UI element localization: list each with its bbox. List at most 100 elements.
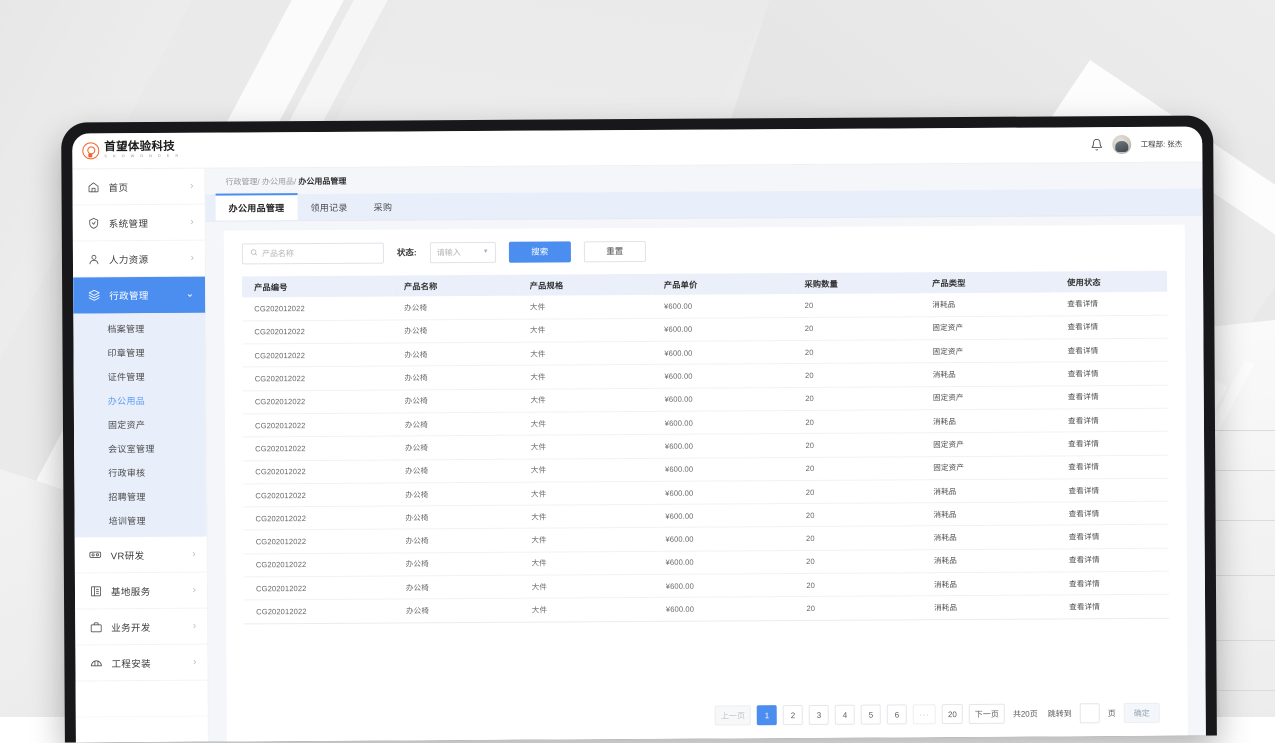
status-select[interactable]: 请输入 ▼ bbox=[430, 241, 496, 262]
sidebar-item-business-dev[interactable]: 业务开发 › bbox=[75, 609, 207, 646]
circle-logo-icon bbox=[82, 142, 99, 159]
cell-usage-status[interactable]: 查看详情 bbox=[1056, 338, 1168, 362]
sidebar-item-home[interactable]: 首页 › bbox=[72, 169, 204, 206]
bell-icon[interactable] bbox=[1091, 138, 1104, 151]
cell-product-name: 办公椅 bbox=[393, 505, 519, 529]
cell-product-spec: 大件 bbox=[518, 342, 652, 366]
status-select-value: 请输入 bbox=[437, 247, 461, 258]
sidebar-item-engineering[interactable]: 工程安装 › bbox=[75, 645, 207, 682]
next-page-button[interactable]: 下一页 bbox=[969, 704, 1005, 724]
cell-purchase-qty: 20 bbox=[794, 480, 922, 504]
cell-usage-status[interactable]: 查看详情 bbox=[1057, 595, 1169, 619]
chevron-right-icon: › bbox=[190, 217, 193, 227]
chevron-right-icon: › bbox=[193, 621, 196, 631]
tab-office-supplies[interactable]: 办公用品管理 bbox=[216, 193, 298, 220]
cell-usage-status[interactable]: 查看详情 bbox=[1056, 478, 1168, 502]
supplies-table-wrapper: 产品编号 产品名称 产品规格 产品单价 采购数量 产品类型 使用状态 CG202… bbox=[234, 271, 1178, 696]
cell-usage-status[interactable]: 查看详情 bbox=[1057, 571, 1169, 595]
jump-page-input[interactable] bbox=[1080, 703, 1100, 723]
sidebar-item-hr[interactable]: 人力资源 › bbox=[73, 241, 205, 278]
cell-product-spec: 大件 bbox=[518, 388, 652, 412]
vr-goggles-icon bbox=[89, 548, 102, 561]
cell-product-code: CG202012022 bbox=[242, 297, 392, 321]
shield-icon bbox=[87, 216, 100, 229]
total-pages-text: 共20页 bbox=[1013, 708, 1038, 719]
prev-page-button[interactable]: 上一页 bbox=[715, 705, 751, 725]
page-button-4[interactable]: 4 bbox=[835, 705, 855, 725]
sidebar-item-admin[interactable]: 行政管理 ⌄ bbox=[73, 277, 205, 314]
sidebar-subitem-fixed-assets[interactable]: 固定资产 bbox=[74, 412, 206, 437]
sidebar-subitem-training[interactable]: 培训管理 bbox=[74, 508, 206, 533]
table-row[interactable]: CG202012022办公椅大件¥600.0020消耗品查看详情 bbox=[244, 595, 1169, 624]
chevron-down-icon: ⌄ bbox=[186, 289, 194, 299]
pagination: 上一页 1 2 3 4 5 6 ··· 20 下一页 共20页 跳转到 页 确定 bbox=[237, 690, 1178, 742]
brand-logo[interactable]: 首望体验科技 S H O W O N D E R bbox=[72, 142, 205, 160]
cell-unit-price: ¥600.00 bbox=[654, 574, 795, 598]
cell-product-spec: 大件 bbox=[519, 551, 653, 575]
sidebar-subitem-office-supplies[interactable]: 办公用品 bbox=[74, 388, 206, 413]
cell-usage-status[interactable]: 查看详情 bbox=[1056, 385, 1168, 409]
tab-usage-records[interactable]: 领用记录 bbox=[297, 194, 360, 220]
cell-product-type: 消耗品 bbox=[921, 409, 1056, 433]
cell-product-type: 消耗品 bbox=[922, 595, 1057, 619]
page-button-2[interactable]: 2 bbox=[783, 705, 803, 725]
reset-button[interactable]: 重置 bbox=[584, 240, 646, 261]
cell-purchase-qty: 20 bbox=[793, 340, 921, 364]
sidebar-item-partial[interactable] bbox=[76, 681, 208, 718]
sidebar-item-vr[interactable]: VR研发 › bbox=[75, 537, 207, 574]
cell-unit-price: ¥600.00 bbox=[652, 364, 793, 388]
cell-purchase-qty: 20 bbox=[793, 293, 921, 317]
cell-product-spec: 大件 bbox=[518, 295, 652, 319]
page-button-1[interactable]: 1 bbox=[757, 705, 777, 725]
cell-purchase-qty: 20 bbox=[793, 433, 921, 457]
cell-product-name: 办公椅 bbox=[394, 575, 520, 599]
cell-unit-price: ¥600.00 bbox=[652, 294, 793, 318]
cell-product-name: 办公椅 bbox=[393, 436, 519, 460]
sidebar-subitem-archive[interactable]: 档案管理 bbox=[73, 316, 205, 341]
cell-usage-status[interactable]: 查看详情 bbox=[1057, 548, 1169, 572]
sidebar-subitem-meeting-room[interactable]: 会议室管理 bbox=[74, 436, 206, 461]
cell-usage-status[interactable]: 查看详情 bbox=[1055, 315, 1167, 339]
breadcrumb-current: 办公用品管理 bbox=[298, 175, 346, 186]
breadcrumb-middle[interactable]: 办公用品/ bbox=[262, 176, 296, 187]
cell-unit-price: ¥600.00 bbox=[653, 457, 794, 481]
sidebar-subitem-certificate[interactable]: 证件管理 bbox=[74, 364, 206, 389]
search-button[interactable]: 搜索 bbox=[509, 241, 571, 262]
cell-product-type: 固定资产 bbox=[921, 456, 1056, 480]
main-content: 行政管理/ 办公用品/ 办公用品管理 办公用品管理 领用记录 采购 产品名称 bbox=[205, 163, 1205, 742]
cell-product-type: 消耗品 bbox=[921, 362, 1056, 386]
cell-unit-price: ¥600.00 bbox=[653, 387, 794, 411]
sidebar-label: 业务开发 bbox=[111, 619, 184, 633]
cell-usage-status[interactable]: 查看详情 bbox=[1055, 292, 1167, 316]
tab-purchase[interactable]: 采购 bbox=[361, 193, 406, 219]
home-icon bbox=[86, 180, 99, 193]
cell-product-name: 办公椅 bbox=[392, 319, 518, 343]
sidebar-item-system[interactable]: 系统管理 › bbox=[73, 205, 205, 242]
page-button-5[interactable]: 5 bbox=[861, 705, 881, 725]
cell-usage-status[interactable]: 查看详情 bbox=[1056, 432, 1168, 456]
sidebar-subitem-recruitment[interactable]: 招聘管理 bbox=[74, 484, 206, 509]
sidebar-subitem-admin-review[interactable]: 行政审核 bbox=[74, 460, 206, 485]
brand-name-en: S H O W O N D E R bbox=[104, 155, 180, 159]
search-input[interactable]: 产品名称 bbox=[242, 242, 384, 264]
page-button-last[interactable]: 20 bbox=[942, 704, 963, 724]
cell-purchase-qty: 20 bbox=[794, 550, 922, 574]
sidebar-item-base-service[interactable]: 基地服务 › bbox=[75, 573, 207, 610]
cell-usage-status[interactable]: 查看详情 bbox=[1056, 408, 1168, 432]
cell-purchase-qty: 20 bbox=[793, 317, 921, 341]
page-button-6[interactable]: 6 bbox=[887, 704, 907, 724]
cell-usage-status[interactable]: 查看详情 bbox=[1056, 362, 1168, 386]
cell-usage-status[interactable]: 查看详情 bbox=[1057, 501, 1169, 525]
breadcrumb-parent[interactable]: 行政管理/ bbox=[225, 176, 259, 187]
avatar[interactable] bbox=[1113, 135, 1132, 154]
confirm-jump-button[interactable]: 确定 bbox=[1124, 703, 1160, 723]
chevron-right-icon: › bbox=[190, 181, 193, 191]
chevron-right-icon: › bbox=[191, 253, 194, 263]
cell-product-type: 消耗品 bbox=[922, 549, 1057, 573]
sidebar-subitem-seal[interactable]: 印章管理 bbox=[73, 340, 205, 365]
page-button-3[interactable]: 3 bbox=[809, 705, 829, 725]
cell-usage-status[interactable]: 查看详情 bbox=[1056, 455, 1168, 479]
cell-usage-status[interactable]: 查看详情 bbox=[1057, 525, 1169, 549]
sidebar-nav: 首页 › 系统管理 › 人力资源 › bbox=[72, 169, 208, 743]
cell-product-code: CG202012022 bbox=[243, 436, 393, 460]
